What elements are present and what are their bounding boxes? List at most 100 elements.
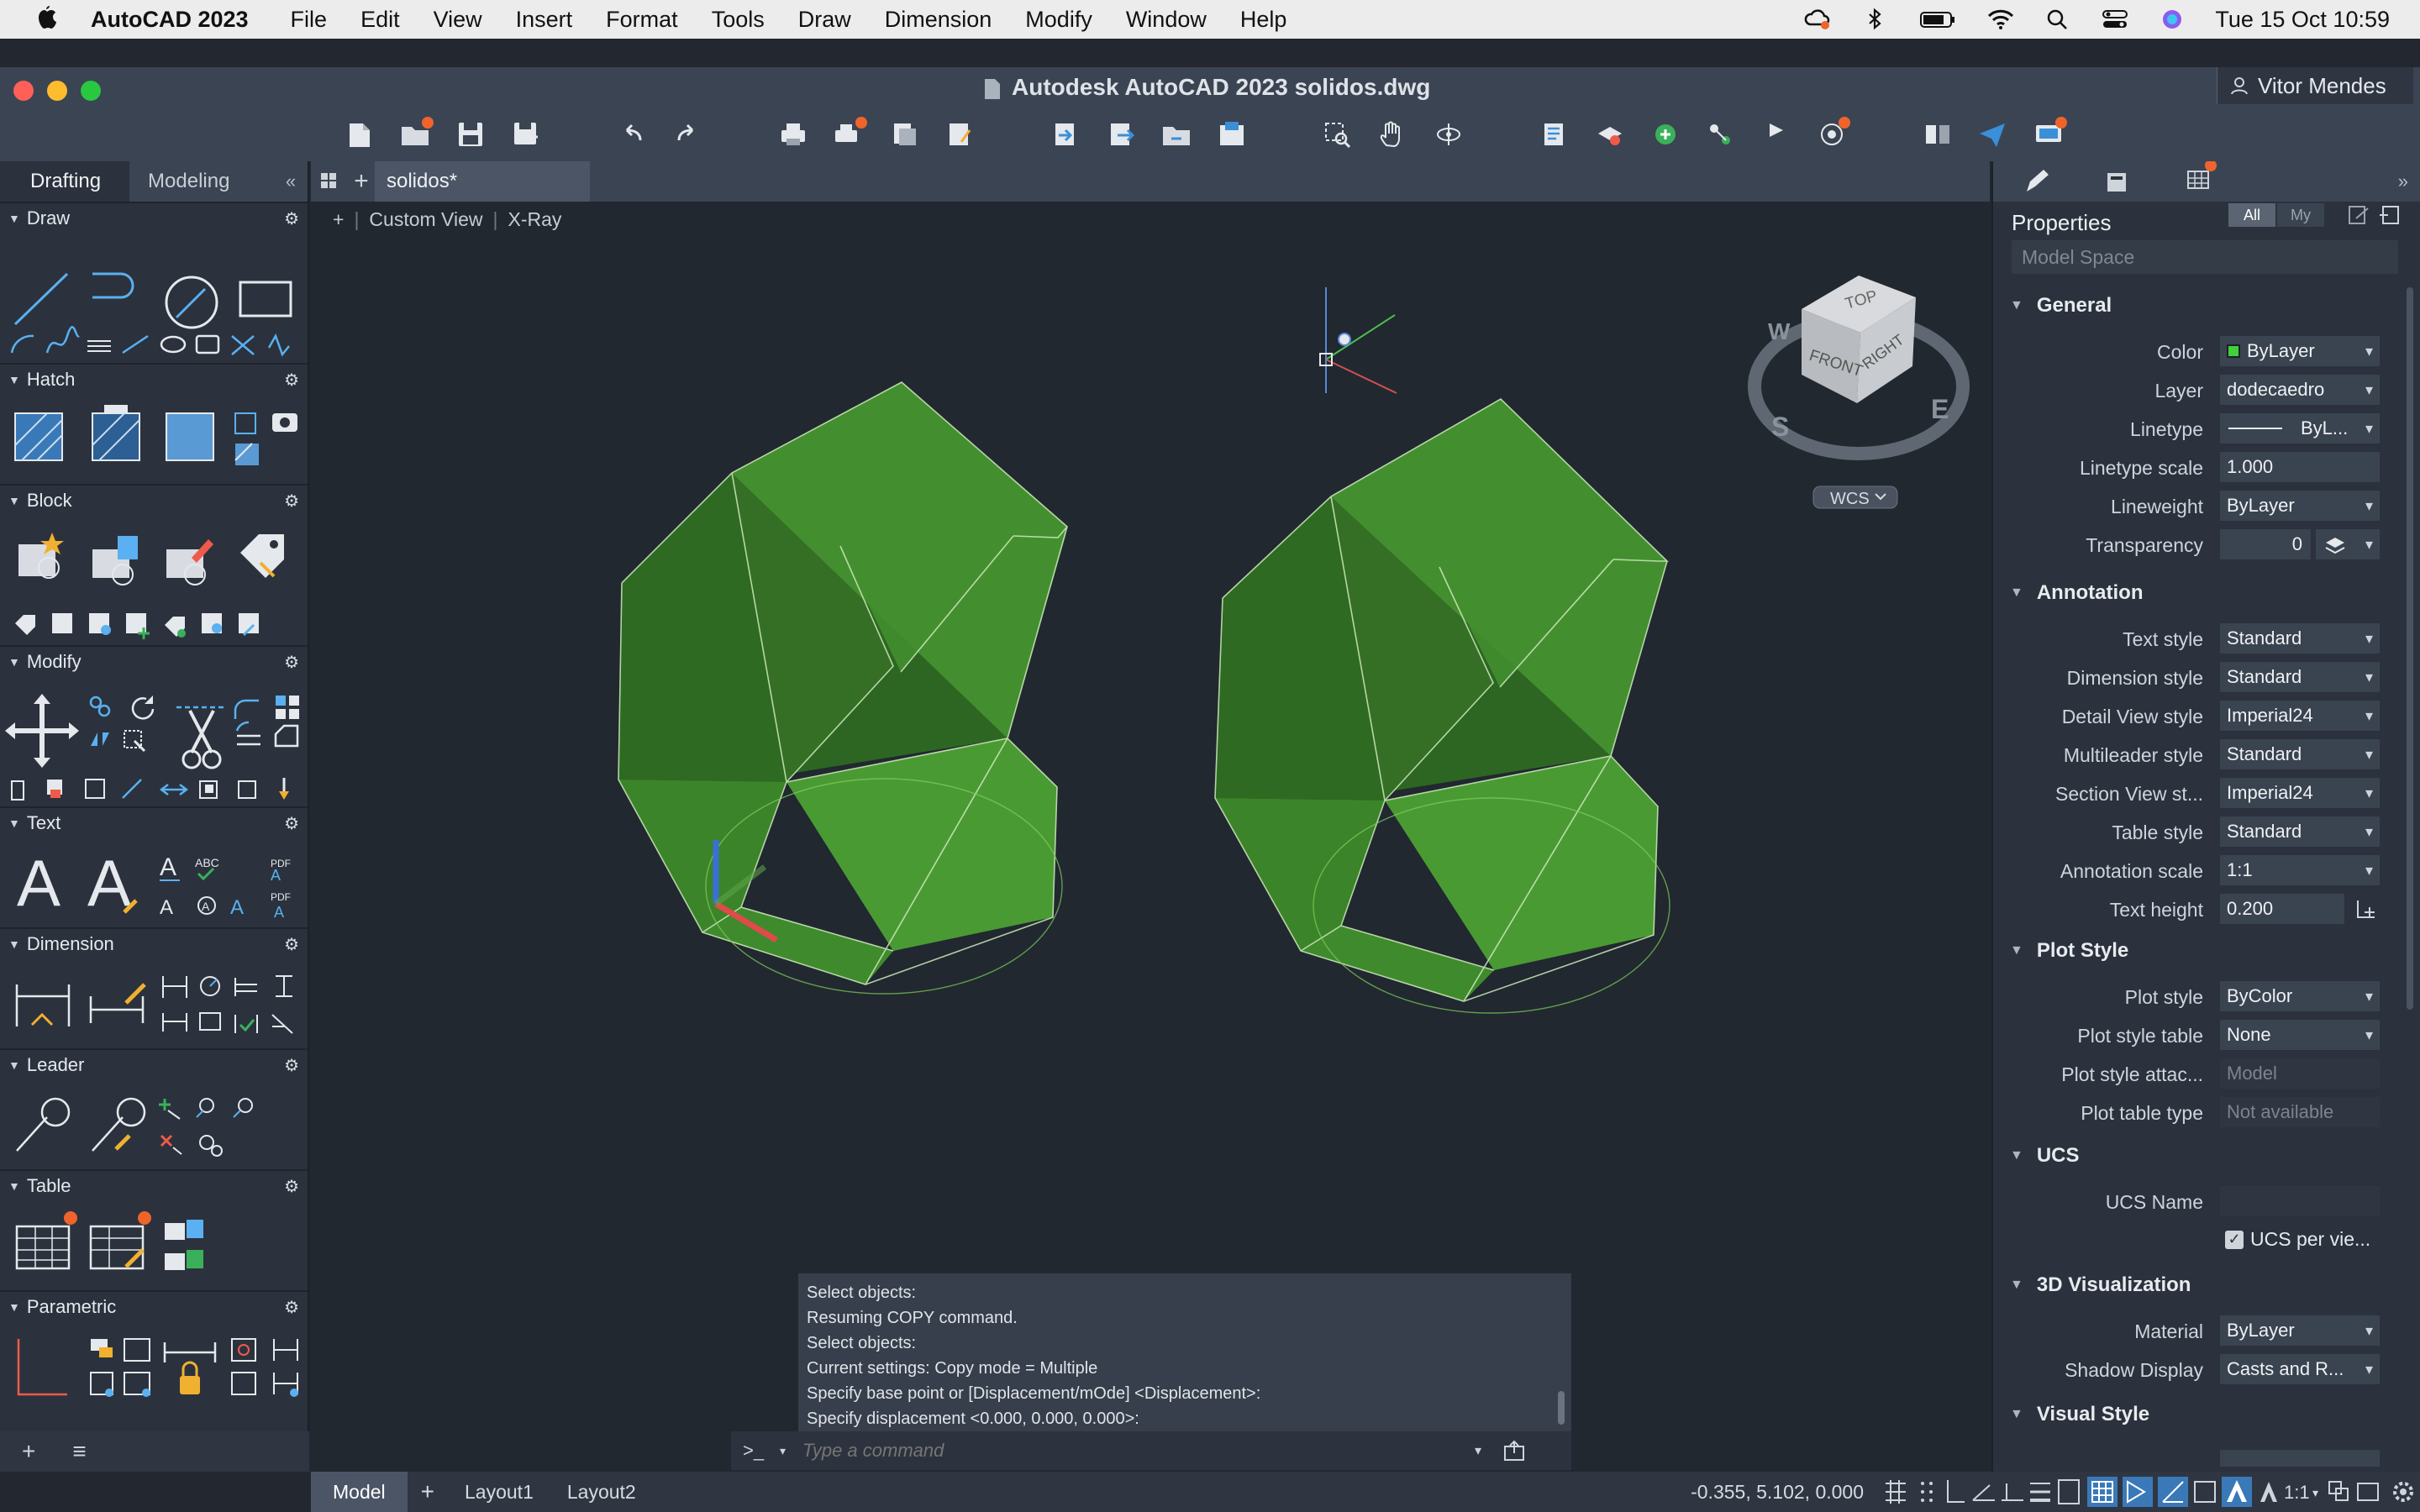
menu-format[interactable]: Format: [606, 7, 678, 33]
combine-text-icon[interactable]: A: [230, 896, 244, 919]
dimension-style-select[interactable]: Standard: [2220, 662, 2380, 692]
geometric-constraint-icon[interactable]: [17, 1339, 67, 1396]
section-header-dimension[interactable]: ▼ Dimension ⚙: [0, 929, 308, 959]
line-tool-icon[interactable]: [13, 272, 69, 326]
menu-modify[interactable]: Modify: [1025, 7, 1092, 33]
close-window-button[interactable]: [13, 81, 34, 101]
pick-point-icon[interactable]: [2353, 895, 2380, 922]
menu-tools[interactable]: Tools: [712, 7, 765, 33]
plot-icon[interactable]: [778, 120, 808, 149]
text-align-icon[interactable]: A: [197, 896, 216, 915]
spotlight-search-icon[interactable]: [2044, 8, 2072, 31]
send-icon[interactable]: [1978, 120, 2008, 149]
dynamic-constraint-icon[interactable]: [124, 1372, 150, 1397]
viewcube-compass-w[interactable]: W: [1768, 318, 1791, 344]
color-select[interactable]: ByLayer: [2220, 336, 2380, 366]
share-view-icon[interactable]: [1161, 120, 1192, 149]
boundary-tool-icon[interactable]: [166, 412, 214, 461]
parameter-bind-icon[interactable]: [273, 1373, 298, 1397]
expand-panel-button[interactable]: »: [2398, 171, 2408, 192]
dimension-icon[interactable]: [15, 984, 71, 1026]
block-attribute-icon[interactable]: [240, 534, 284, 578]
command-prompt-icon[interactable]: >_: [731, 1440, 775, 1462]
block-editor-icon[interactable]: [202, 613, 222, 633]
scale-icon[interactable]: [235, 721, 260, 746]
wifi-icon[interactable]: [1986, 8, 2015, 31]
define-attribute-icon[interactable]: [52, 613, 72, 633]
layout-tab-layout2[interactable]: Layout2: [550, 1472, 653, 1512]
hatch-edit-icon[interactable]: [234, 412, 256, 434]
ellipse-tool-icon[interactable]: [160, 335, 187, 354]
app-menu[interactable]: AutoCAD 2023: [91, 7, 249, 33]
polar-icon[interactable]: [1972, 1484, 1995, 1501]
menu-file[interactable]: File: [291, 7, 328, 33]
object-snap-icon[interactable]: [2002, 1483, 2023, 1501]
section-header-parametric[interactable]: ▼ Parametric ⚙: [0, 1292, 308, 1322]
radius-dimension-icon[interactable]: [200, 976, 220, 996]
settings-gear-icon[interactable]: [2393, 1482, 2413, 1502]
export-icon[interactable]: [1106, 120, 1136, 149]
menu-view[interactable]: View: [434, 7, 482, 33]
pdf-text-icon[interactable]: PDFA: [271, 891, 291, 921]
plot-style-table-select[interactable]: None: [2220, 1020, 2380, 1050]
viewcube-compass-s[interactable]: S: [1771, 412, 1789, 442]
properties-tab-icon[interactable]: [2023, 168, 2050, 195]
menu-help[interactable]: Help: [1240, 7, 1287, 33]
polyline-tool-icon[interactable]: [92, 272, 134, 299]
filter-my-button[interactable]: My: [2277, 203, 2324, 227]
tab-drafting[interactable]: Drafting: [0, 161, 130, 202]
constraint-settings-icon[interactable]: [231, 1372, 256, 1395]
inspect-dimension-icon[interactable]: [199, 1012, 221, 1031]
siri-icon[interactable]: [2158, 8, 2186, 31]
material-select[interactable]: ByLayer: [2220, 1315, 2380, 1346]
lock-icon[interactable]: [180, 1361, 200, 1394]
text-height-input[interactable]: 0.200: [2220, 894, 2344, 924]
continue-dimension-icon[interactable]: [162, 1013, 187, 1032]
rotate-icon[interactable]: [131, 696, 155, 720]
menu-insert[interactable]: Insert: [516, 7, 573, 33]
hatch-to-back-icon[interactable]: [272, 413, 297, 432]
orbit-icon[interactable]: [1434, 120, 1464, 149]
linear-dimension-icon[interactable]: [162, 976, 187, 998]
edit-block-icon[interactable]: [166, 539, 213, 585]
solid-dodecahedron-left[interactable]: [618, 381, 1069, 995]
group-visual-style[interactable]: ▼ Visual Style: [2010, 1403, 2149, 1426]
leader-style-icon[interactable]: [199, 1135, 223, 1157]
share-icon[interactable]: [1502, 1438, 1527, 1463]
gear-icon[interactable]: ⚙: [284, 652, 299, 673]
tool-palettes-icon[interactable]: [1706, 120, 1736, 149]
transparency-icon[interactable]: [2058, 1479, 2080, 1504]
region-tool-icon[interactable]: [195, 334, 220, 354]
history-scrollbar[interactable]: [1558, 1391, 1565, 1425]
workspace-icon[interactable]: [2328, 1481, 2349, 1501]
circle-tool-icon[interactable]: [165, 276, 218, 329]
fillet-icon[interactable]: [234, 699, 259, 719]
publish-icon[interactable]: [889, 120, 919, 149]
data-link-icon[interactable]: [165, 1220, 203, 1240]
snap-icon[interactable]: [1921, 1482, 1933, 1502]
shadow-display-select[interactable]: Casts and R...: [2220, 1354, 2380, 1384]
open-file-button[interactable]: [400, 117, 434, 149]
section-header-table[interactable]: ▼ Table ⚙: [0, 1171, 308, 1201]
hatch-tool-icon[interactable]: [14, 412, 63, 461]
visual-style-menu[interactable]: X-Ray: [508, 208, 561, 231]
annotation-scale-select[interactable]: 1:1: [2220, 855, 2380, 885]
arc-tool-icon[interactable]: [10, 334, 34, 354]
gear-icon[interactable]: ⚙: [284, 1055, 299, 1076]
gear-icon[interactable]: ⚙: [284, 1297, 299, 1318]
drawing-tab[interactable]: solidos*: [375, 161, 590, 202]
text-style-select[interactable]: Standard: [2220, 623, 2380, 654]
section-header-hatch[interactable]: ▼ Hatch ⚙: [0, 365, 308, 395]
show-constraints-icon[interactable]: [124, 1338, 150, 1362]
apple-icon[interactable]: [34, 5, 59, 34]
single-line-text-icon[interactable]: A: [87, 846, 138, 920]
sheet-set-icon[interactable]: [944, 120, 975, 149]
save-as-icon[interactable]: [511, 120, 541, 149]
zoom-window-icon[interactable]: [1323, 120, 1353, 149]
collapse-palette-button[interactable]: «: [274, 161, 308, 202]
linetype-select[interactable]: ByL...: [2220, 413, 2380, 444]
offset-icon[interactable]: [274, 724, 299, 748]
table-style-icon[interactable]: [89, 1211, 151, 1270]
delete-constraints-icon[interactable]: [231, 1338, 256, 1362]
text-style-icon[interactable]: A: [160, 853, 180, 881]
